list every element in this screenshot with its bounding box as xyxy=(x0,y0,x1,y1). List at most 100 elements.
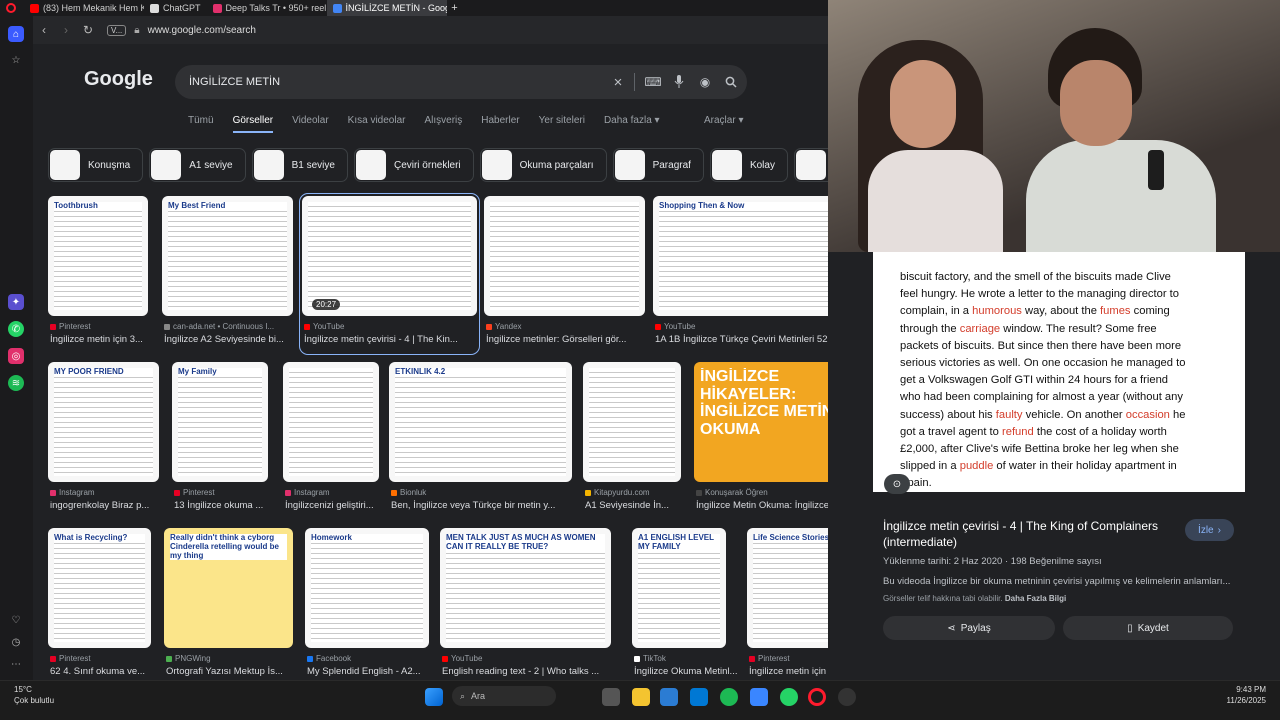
image-result[interactable]: Homework Facebook My Splendid English - A2… xyxy=(305,528,429,680)
filter-chip[interactable]: B1 seviye xyxy=(251,148,348,182)
result-title[interactable]: İngilizce metin çevirisi - 4 | The Kin..… xyxy=(304,334,489,345)
image-result[interactable]: My Best Friend can-ada.net • Continuous I… xyxy=(162,196,293,352)
result-thumbnail[interactable] xyxy=(283,362,379,482)
reload-button[interactable]: ↻ xyxy=(77,23,99,37)
new-tab-button[interactable]: + xyxy=(447,2,463,14)
image-result[interactable]: A1 ENGLISH LEVEL MY FAMILY TikTok İngilizc… xyxy=(632,528,737,680)
result-title[interactable]: 13 İngilizce okuma ... xyxy=(174,500,280,511)
result-source[interactable]: Bionluk xyxy=(391,488,426,497)
back-button[interactable]: ‹ xyxy=(33,23,55,37)
spotify-taskbar-icon[interactable] xyxy=(720,688,738,706)
whatsapp-icon[interactable]: ✆ xyxy=(8,321,24,337)
file-explorer-icon[interactable] xyxy=(632,688,650,706)
result-source[interactable]: Yandex xyxy=(486,322,522,331)
result-source[interactable]: Instagram xyxy=(285,488,330,497)
image-result[interactable]: MEN TALK JUST AS MUCH AS WOMEN CAN IT RE… xyxy=(440,528,611,680)
result-title[interactable]: A1 Seviyesinde İn... xyxy=(585,500,693,511)
image-result[interactable]: MY POOR FRIEND Instagram ingogrenkolay Bir… xyxy=(48,362,159,518)
microphone-icon[interactable] xyxy=(669,72,689,92)
lens-icon[interactable]: ◉ xyxy=(695,72,715,92)
image-result[interactable]: Instagram İngilizcenizi geliştiri... xyxy=(283,362,379,518)
result-thumbnail[interactable]: MY POOR FRIEND xyxy=(48,362,159,482)
result-source[interactable]: Pinterest xyxy=(50,654,91,663)
history-icon[interactable]: ◷ xyxy=(8,634,24,650)
filter-chip[interactable]: Readi xyxy=(793,148,828,182)
aria-icon[interactable]: ✦ xyxy=(8,294,24,310)
pin-icon[interactable]: ☆ xyxy=(8,52,24,68)
result-thumbnail[interactable]: Toothbrush xyxy=(48,196,148,316)
result-source[interactable]: Kitapyurdu.com xyxy=(585,488,650,497)
clear-icon[interactable]: × xyxy=(608,72,628,92)
filter-chip[interactable]: Çeviri örnekleri xyxy=(353,148,474,182)
keyboard-icon[interactable]: ⌨ xyxy=(643,72,663,92)
filter-chip[interactable]: Paragraf xyxy=(612,148,704,182)
result-title[interactable]: İngilizcenizi geliştiri... xyxy=(285,500,391,511)
image-result[interactable]: 20:27 YouTube İngilizce metin çevirisi - 4… xyxy=(299,193,480,355)
windows-start-icon[interactable] xyxy=(425,688,443,706)
forward-button[interactable]: › xyxy=(55,23,77,37)
result-source[interactable]: Pinterest xyxy=(174,488,215,497)
result-thumbnail[interactable]: İNGİLİZCE HİKAYELER: İNGİLİZCE METİN OKU… xyxy=(694,362,828,482)
whatsapp-taskbar-icon[interactable] xyxy=(780,688,798,706)
home-icon[interactable]: ⌂ xyxy=(8,26,24,42)
result-source[interactable]: Pinterest xyxy=(749,654,790,663)
taskbar-search[interactable]: ⌕ Ara xyxy=(452,686,556,706)
search-tab[interactable]: Kısa videolar xyxy=(348,115,406,133)
result-title[interactable]: 62 4. Sınıf okuma ve... xyxy=(50,666,163,677)
result-thumbnail[interactable]: My Family xyxy=(172,362,268,482)
image-result[interactable]: Kitapyurdu.com A1 Seviyesinde İn... xyxy=(583,362,681,518)
result-thumbnail[interactable]: Homework xyxy=(305,528,429,648)
tools-button[interactable]: Araçlar ▾ xyxy=(704,115,743,126)
result-source[interactable]: YouTube xyxy=(442,654,482,663)
preview-title[interactable]: İngilizce metin çevirisi - 4 | The King … xyxy=(883,518,1183,550)
result-thumbnail[interactable]: MEN TALK JUST AS MUCH AS WOMEN CAN IT RE… xyxy=(440,528,611,648)
image-result[interactable]: Shopping Then & Now YouTube 1A 1B İngilizc… xyxy=(653,196,828,352)
filter-chip[interactable]: Konuşma xyxy=(48,148,144,182)
image-result[interactable]: What is Recycling? Pinterest 62 4. Sınıf o… xyxy=(48,528,151,680)
image-result[interactable]: Really didn't think a cyborg Cinderella … xyxy=(164,528,293,680)
result-thumbnail[interactable]: 20:27 xyxy=(302,196,477,316)
filter-chip[interactable]: Okuma parçaları xyxy=(479,148,607,182)
outlook-icon[interactable] xyxy=(690,688,708,706)
result-thumbnail[interactable]: My Best Friend xyxy=(162,196,293,316)
spotify-icon[interactable]: ≋ xyxy=(8,375,24,391)
result-source[interactable]: PNGWing xyxy=(166,654,211,663)
filter-chip[interactable]: Kolay xyxy=(709,148,788,182)
result-title[interactable]: İngilizce Okuma Metinl... xyxy=(634,666,738,677)
heart-icon[interactable]: ♡ xyxy=(8,612,24,628)
browser-tab[interactable]: (83) Hem Mekanik Hem K xyxy=(24,0,144,16)
result-thumbnail[interactable]: A1 ENGLISH LEVEL MY FAMILY xyxy=(632,528,726,648)
result-source[interactable]: Konuşarak Öğren xyxy=(696,488,768,497)
watch-button[interactable]: İzle › xyxy=(1185,519,1234,541)
instagram-icon[interactable]: ◎ xyxy=(8,348,24,364)
preview-image[interactable]: biscuit factory, and the smell of the bi… xyxy=(873,252,1245,492)
result-source[interactable]: can-ada.net • Continuous I... xyxy=(164,322,274,331)
save-button[interactable]: ▯ Kaydet xyxy=(1063,616,1233,640)
search-input[interactable]: İNGİLİZCE METİN xyxy=(189,76,608,88)
result-source[interactable]: TikTok xyxy=(634,654,666,663)
result-thumbnail[interactable] xyxy=(583,362,681,482)
weather-widget[interactable]: 15°C Çok bulutlu xyxy=(14,684,54,706)
google-logo[interactable]: Google xyxy=(84,68,153,91)
image-result[interactable]: My Family Pinterest 13 İngilizce okuma ... xyxy=(172,362,268,518)
image-result[interactable]: Yandex İngilizce metinler: Görselleri gör… xyxy=(484,196,645,352)
photos-icon[interactable] xyxy=(750,688,768,706)
result-title[interactable]: ingogrenkolay Biraz p... xyxy=(50,500,171,511)
result-title[interactable]: English reading text - 2 | Who talks ... xyxy=(442,666,623,677)
result-source[interactable]: Instagram xyxy=(50,488,95,497)
result-source[interactable]: Facebook xyxy=(307,654,351,663)
share-button[interactable]: ⋖ Paylaş xyxy=(883,616,1055,640)
vpn-badge[interactable]: V... xyxy=(107,24,127,36)
search-tab[interactable]: Daha fazla ▾ xyxy=(604,115,660,133)
result-thumbnail[interactable]: Life Science Stories xyxy=(747,528,828,648)
result-thumbnail[interactable]: Shopping Then & Now xyxy=(653,196,828,316)
more-info-link[interactable]: Daha Fazla Bilgi xyxy=(1005,594,1066,603)
result-thumbnail[interactable] xyxy=(484,196,645,316)
image-result[interactable]: İNGİLİZCE HİKAYELER: İNGİLİZCE METİN OKU… xyxy=(694,362,828,518)
browser-tab[interactable]: ChatGPT xyxy=(144,0,207,16)
result-title[interactable]: Ortografi Yazısı Mektup İs... xyxy=(166,666,305,677)
result-title[interactable]: İngilizce A2 Seviyesinde bi... xyxy=(164,334,305,345)
search-tab[interactable]: Videolar xyxy=(292,115,329,133)
result-title[interactable]: İngilizce metin için 12 ... xyxy=(749,666,828,677)
store-icon[interactable] xyxy=(660,688,678,706)
